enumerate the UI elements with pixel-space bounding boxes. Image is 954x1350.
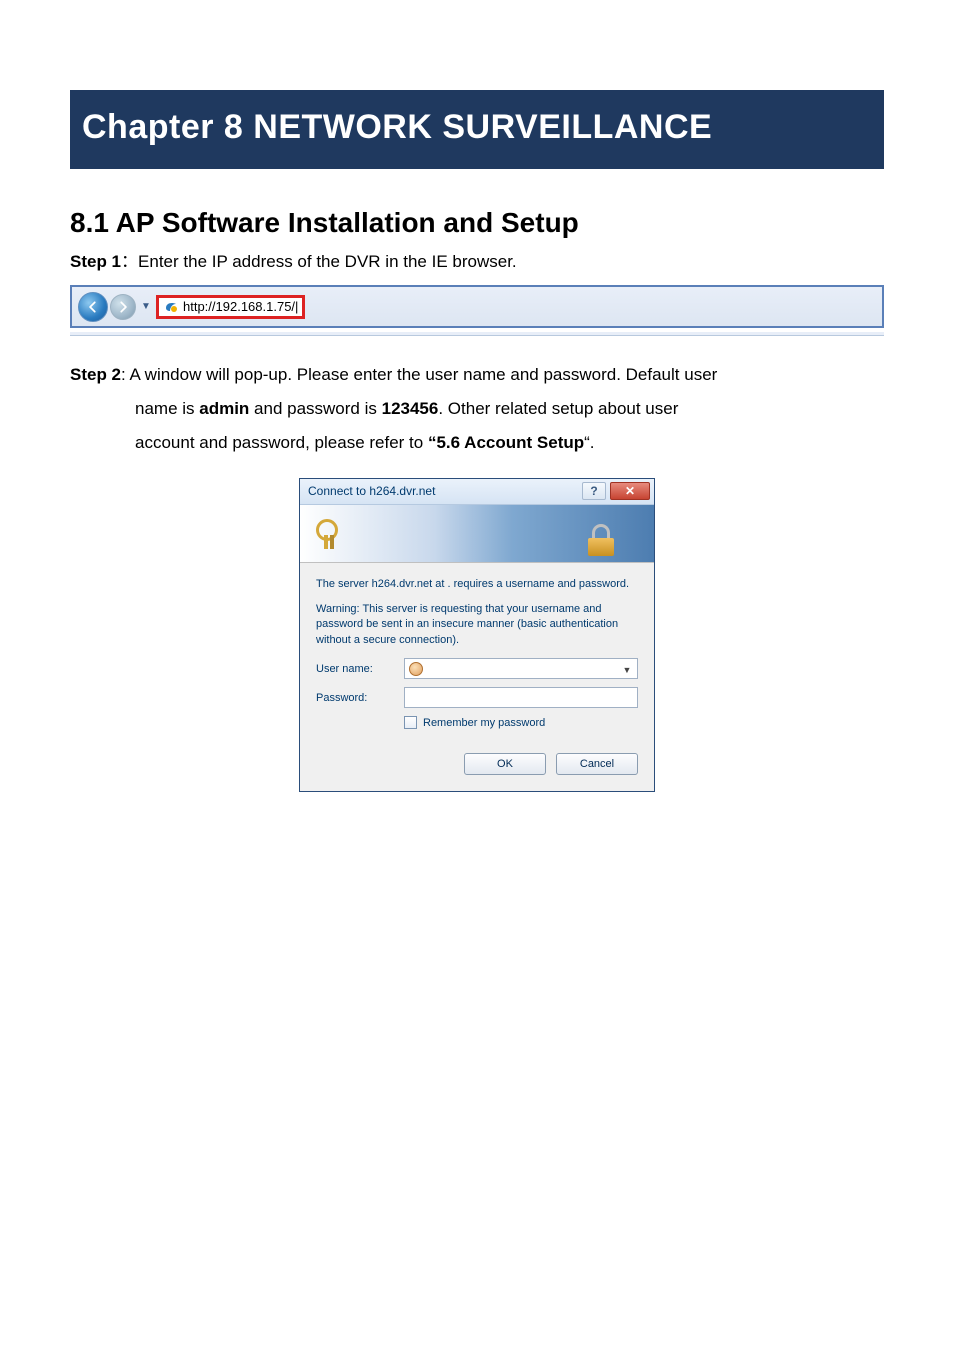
auth-dialog: Connect to h264.dvr.net ? ✕ [299, 478, 655, 793]
username-input[interactable]: ▼ [404, 658, 638, 679]
password-input[interactable] [404, 687, 638, 708]
ie-favicon-icon [163, 299, 179, 315]
lock-icon [586, 524, 616, 556]
step2-line2: name is admin and password is 123456. Ot… [70, 392, 884, 426]
user-icon [409, 662, 423, 676]
step2-line2b: and password is [249, 399, 381, 418]
step2-label: Step 2 [70, 365, 121, 384]
step2-pwd: 123456 [382, 399, 439, 418]
chapter-banner: Chapter 8 NETWORK SURVEILLANCE [70, 90, 884, 169]
remember-label: Remember my password [423, 717, 545, 729]
step2-admin: admin [199, 399, 249, 418]
step2-ref: “5.6 Account Setup [428, 433, 584, 452]
ie-address-bar: ▼ http://192.168.1.75/| [70, 285, 884, 328]
step1-body: Enter the IP address of the DVR in the I… [138, 252, 517, 271]
step2-line2c: . Other related setup about user [438, 399, 678, 418]
username-label: User name: [316, 663, 404, 675]
keys-icon [310, 513, 350, 553]
dialog-msg2: Warning: This server is requesting that … [316, 602, 638, 648]
step1-label: Step 1 [70, 252, 121, 271]
password-label: Password: [316, 692, 404, 704]
arrow-left-icon [86, 300, 100, 314]
step2-line3b: “. [584, 433, 594, 452]
step1-text: Step 1：Enter the IP address of the DVR i… [70, 249, 884, 275]
step2-line2a: name is [135, 399, 199, 418]
step2-line3a: account and password, please refer to [135, 433, 428, 452]
chevron-down-icon[interactable]: ▼ [619, 661, 635, 678]
step2-line1a: : A window will pop-up. Please enter the… [121, 365, 717, 384]
history-dropdown[interactable]: ▼ [140, 301, 152, 312]
dialog-titlebar[interactable]: Connect to h264.dvr.net ? ✕ [300, 479, 654, 505]
section-title: 8.1 AP Software Installation and Setup [70, 207, 884, 239]
url-input-highlight: http://192.168.1.75/| [156, 295, 305, 319]
back-button[interactable] [78, 292, 108, 322]
arrow-right-icon [116, 300, 130, 314]
dialog-help-button[interactable]: ? [582, 482, 606, 500]
dialog-banner [300, 505, 654, 563]
chapter-title: Chapter 8 NETWORK SURVEILLANCE [82, 108, 712, 146]
forward-button[interactable] [110, 294, 136, 320]
ok-button[interactable]: OK [464, 753, 546, 775]
dialog-title: Connect to h264.dvr.net [308, 484, 435, 498]
dialog-msg1: The server h264.dvr.net at . requires a … [316, 577, 638, 592]
url-input[interactable]: http://192.168.1.75/| [183, 299, 298, 314]
cancel-button[interactable]: Cancel [556, 753, 638, 775]
step2-line1: Step 2: A window will pop-up. Please ent… [70, 358, 884, 392]
dialog-close-button[interactable]: ✕ [610, 482, 650, 500]
ie-bar-bottom [70, 332, 884, 336]
step1-sep: ： [121, 252, 138, 271]
remember-checkbox[interactable] [404, 716, 417, 729]
step2-line3: account and password, please refer to “5… [70, 426, 884, 460]
